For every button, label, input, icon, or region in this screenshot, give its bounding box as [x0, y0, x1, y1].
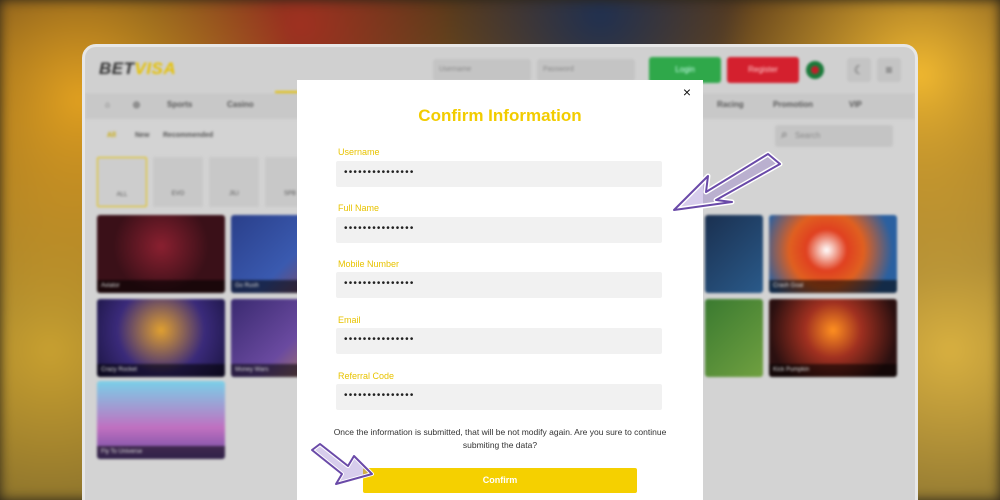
full-name-label: Full Name	[338, 203, 380, 213]
email-field[interactable]: •••••••••••••••	[336, 328, 662, 354]
provider-evo[interactable]: EVO	[153, 157, 203, 207]
full-name-field[interactable]: •••••••••••••••	[336, 217, 662, 243]
game-search-input[interactable]: Search	[775, 125, 893, 147]
referral-code-field[interactable]: •••••••••••••••	[336, 384, 662, 410]
game-tile[interactable]: Aviator	[97, 215, 225, 293]
email-label: Email	[338, 315, 361, 325]
favorite-icon[interactable]: ◎	[133, 100, 140, 109]
game-tile[interactable]	[705, 299, 763, 377]
filter-all[interactable]: All	[107, 132, 116, 139]
mobile-number-label: Mobile Number	[338, 259, 400, 269]
referral-code-label: Referral Code	[338, 371, 395, 381]
modal-title: Confirm Information	[418, 106, 582, 125]
header-password-input[interactable]: Password	[537, 59, 635, 81]
header-username-input[interactable]: Username	[433, 59, 531, 81]
nav-racing[interactable]: Racing	[717, 100, 744, 109]
filter-new[interactable]: New	[135, 132, 149, 139]
confirm-button[interactable]: Confirm	[363, 468, 637, 493]
username-label: Username	[338, 147, 380, 157]
confirm-information-modal: × Confirm Information Username •••••••••…	[297, 80, 703, 500]
game-tile[interactable]: Crash Goal	[769, 215, 897, 293]
provider-jili[interactable]: JILI	[209, 157, 259, 207]
mobile-number-field[interactable]: •••••••••••••••	[336, 272, 662, 298]
site-logo: BETVISA	[99, 59, 177, 78]
close-icon[interactable]: ×	[679, 84, 695, 100]
theme-toggle-icon[interactable]: ☾	[847, 58, 871, 82]
annotation-arrow-icon	[310, 442, 374, 486]
nav-promotion[interactable]: Promotion	[773, 100, 813, 109]
filter-recommended[interactable]: Recommended	[163, 132, 213, 139]
game-tile[interactable]: Crazy Rocket	[97, 299, 225, 377]
provider-all[interactable]: ALL	[97, 157, 147, 207]
register-button[interactable]: Register	[727, 57, 799, 83]
game-tile[interactable]: Kick Pumpkin	[769, 299, 897, 377]
menu-icon[interactable]: ≡	[877, 58, 901, 82]
nav-sports[interactable]: Sports	[167, 100, 192, 109]
nav-casino[interactable]: Casino	[227, 100, 254, 109]
language-flag-icon[interactable]	[806, 61, 824, 79]
home-icon[interactable]: ⌂	[105, 100, 110, 109]
annotation-arrow-icon	[671, 151, 783, 213]
nav-vip[interactable]: VIP	[849, 100, 862, 109]
username-field[interactable]: •••••••••••••••	[336, 161, 662, 187]
game-tile[interactable]: Fly To Universe	[97, 381, 225, 459]
